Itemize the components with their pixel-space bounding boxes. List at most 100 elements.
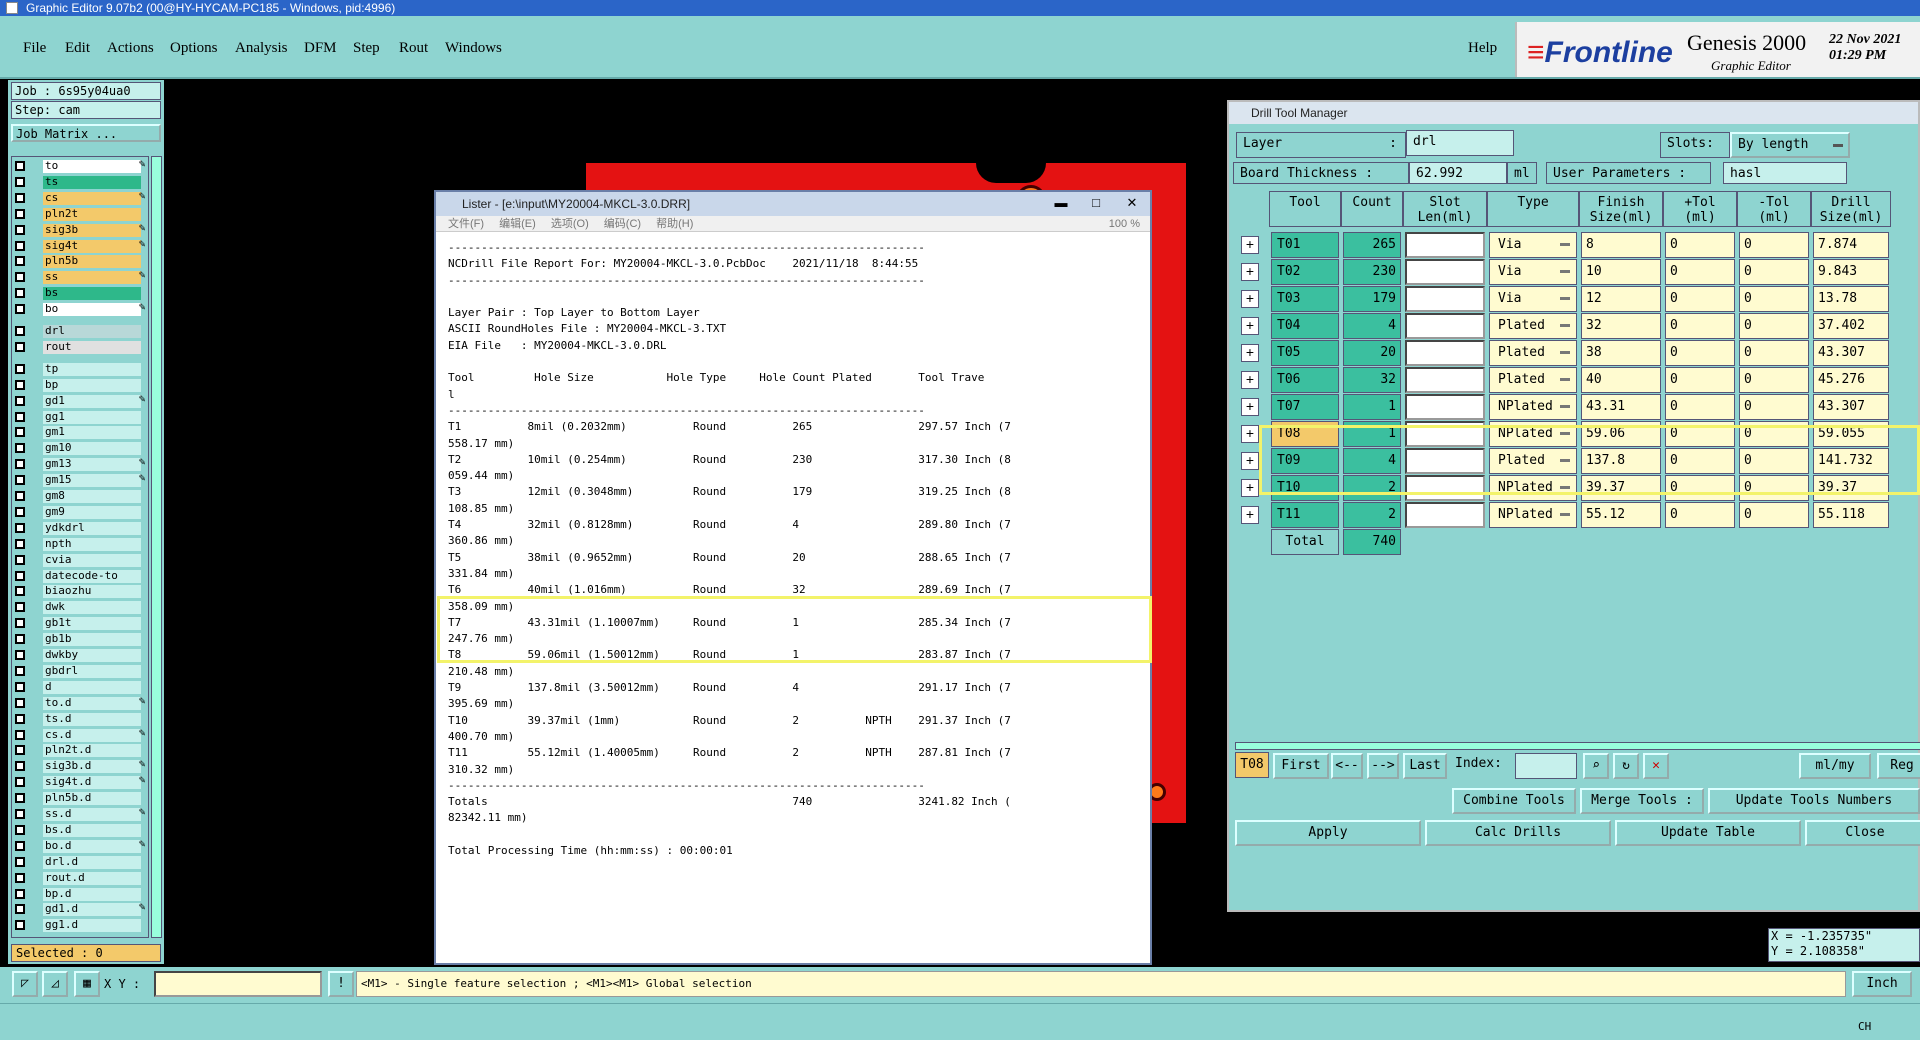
layer-name[interactable]: gm15 [43, 474, 141, 488]
minus-tol-input[interactable]: 0 [1739, 502, 1809, 528]
drill-size-input[interactable]: 43.307 [1813, 394, 1889, 420]
layer-name[interactable]: gm8 [43, 490, 141, 503]
drill-size-input[interactable]: 55.118 [1813, 502, 1889, 528]
layer-checkbox[interactable] [15, 379, 25, 390]
layer-checkbox[interactable] [15, 920, 25, 931]
layer-row[interactable]: d [12, 680, 148, 694]
layer-name[interactable]: gb1b [43, 633, 141, 647]
plus-tol-input[interactable]: 0 [1665, 340, 1735, 366]
layer-row[interactable]: gm15 ✎ [12, 473, 148, 488]
layer-row[interactable]: tp [12, 362, 148, 376]
layer-row[interactable]: dwkby [12, 648, 148, 662]
layer-name[interactable]: bo.d [43, 839, 141, 853]
minus-tol-input[interactable]: 0 [1739, 340, 1809, 366]
layer-row[interactable]: bp [12, 378, 148, 392]
type-dropdown[interactable]: Plated [1489, 367, 1577, 393]
layer-name[interactable]: dwk [43, 601, 141, 615]
grid-tool-icon[interactable]: ▦ [74, 971, 100, 997]
layer-name[interactable]: rout.d [43, 871, 141, 885]
lister-menu-options[interactable]: 选项(O) [551, 218, 589, 230]
layer-checkbox[interactable] [15, 491, 25, 501]
layer-checkbox[interactable] [15, 665, 25, 676]
expand-row-button[interactable]: + [1241, 398, 1259, 416]
apply-button[interactable]: Apply [1235, 820, 1421, 846]
close-button[interactable]: Close [1805, 820, 1920, 846]
layer-checkbox[interactable] [15, 326, 25, 336]
layer-name[interactable]: rout [43, 340, 141, 354]
layer-checkbox[interactable] [15, 729, 25, 740]
layer-name[interactable]: drl [43, 325, 141, 338]
drill-size-input[interactable]: 43.307 [1813, 340, 1889, 366]
drill-size-input[interactable]: 9.843 [1813, 259, 1889, 285]
layer-name[interactable]: pln2t.d [43, 744, 141, 758]
expand-row-button[interactable]: + [1241, 479, 1259, 497]
slot-len-input[interactable] [1405, 340, 1485, 366]
expand-row-button[interactable]: + [1241, 452, 1259, 470]
layer-input[interactable]: drl [1406, 130, 1514, 156]
layer-checkbox[interactable] [15, 341, 25, 352]
layer-checkbox[interactable] [15, 602, 25, 613]
tool-cell[interactable]: T04 [1271, 313, 1339, 339]
layer-checkbox[interactable] [15, 363, 25, 374]
layer-name[interactable]: npth [43, 537, 141, 551]
layer-name[interactable]: sig3b.d [43, 760, 141, 774]
plus-tol-input[interactable]: 0 [1665, 232, 1735, 258]
layer-name[interactable]: gm13 [43, 458, 141, 472]
layer-name[interactable]: bp.d [43, 887, 141, 901]
lister-menu-encoding[interactable]: 编码(C) [604, 218, 641, 230]
layer-checkbox[interactable] [15, 745, 25, 756]
layer-name[interactable]: to [43, 160, 141, 173]
layer-checkbox[interactable] [15, 224, 25, 235]
layer-row[interactable]: pln5b [12, 254, 148, 269]
warning-icon[interactable]: ! [328, 971, 354, 997]
lister-menu-edit[interactable]: 编辑(E) [499, 218, 536, 230]
slot-len-input[interactable] [1405, 232, 1485, 258]
layer-checkbox[interactable] [15, 256, 25, 267]
layer-row[interactable]: to.d ✎ [12, 696, 148, 710]
tool-cell[interactable]: T03 [1271, 286, 1339, 312]
expand-row-button[interactable]: + [1241, 290, 1259, 308]
tool-cell[interactable]: T06 [1271, 367, 1339, 393]
type-dropdown[interactable]: Plated [1489, 340, 1577, 366]
layer-name[interactable]: gm1 [43, 426, 141, 440]
layer-row[interactable]: ts [12, 175, 148, 189]
expand-row-button[interactable]: + [1241, 425, 1259, 443]
layer-checkbox[interactable] [15, 240, 25, 251]
layer-name[interactable]: pln2t [43, 207, 141, 221]
layer-name[interactable]: gg1 [43, 410, 141, 424]
layer-checkbox[interactable] [15, 427, 25, 438]
layer-name[interactable]: gd1 [43, 394, 141, 408]
layer-name[interactable]: cs.d [43, 728, 141, 742]
slot-len-input[interactable] [1405, 313, 1485, 339]
layer-name[interactable]: gm9 [43, 505, 141, 519]
finish-size-input[interactable]: 55.12 [1581, 502, 1661, 528]
layer-row[interactable]: cs.d ✎ [12, 728, 148, 742]
plus-tol-input[interactable]: 0 [1665, 502, 1735, 528]
xy-input[interactable] [154, 971, 322, 997]
units-dropdown[interactable]: ml/my [1799, 753, 1871, 779]
menu-edit[interactable]: Edit [65, 40, 90, 57]
layer-row[interactable]: ts.d [12, 712, 148, 726]
slot-len-input[interactable] [1405, 286, 1485, 312]
slot-len-input[interactable] [1405, 367, 1485, 393]
merge-tools-button[interactable]: Merge Tools : [1580, 788, 1704, 814]
layer-row[interactable]: bo.d ✎ [12, 839, 148, 853]
layer-row[interactable]: cs ✎ [12, 191, 148, 205]
minus-tol-input[interactable]: 0 [1739, 259, 1809, 285]
layer-checkbox[interactable] [15, 809, 25, 819]
layer-row[interactable]: gm10 [12, 441, 148, 456]
layer-name[interactable]: sig4t [43, 239, 141, 253]
board-thickness-input[interactable]: 62.992 [1409, 162, 1507, 184]
layer-row[interactable]: gg1 [12, 410, 148, 424]
finish-size-input[interactable]: 8 [1581, 232, 1661, 258]
layer-checkbox[interactable] [15, 570, 25, 581]
layer-checkbox[interactable] [15, 793, 25, 804]
finish-size-input[interactable]: 10 [1581, 259, 1661, 285]
layer-checkbox[interactable] [15, 904, 25, 915]
menu-step[interactable]: Step [353, 40, 380, 57]
layer-checkbox[interactable] [15, 304, 25, 315]
layer-row[interactable]: gm1 [12, 425, 148, 440]
layer-name[interactable]: gm10 [43, 442, 141, 456]
expand-row-button[interactable]: + [1241, 506, 1259, 524]
plus-tol-input[interactable]: 0 [1665, 313, 1735, 339]
